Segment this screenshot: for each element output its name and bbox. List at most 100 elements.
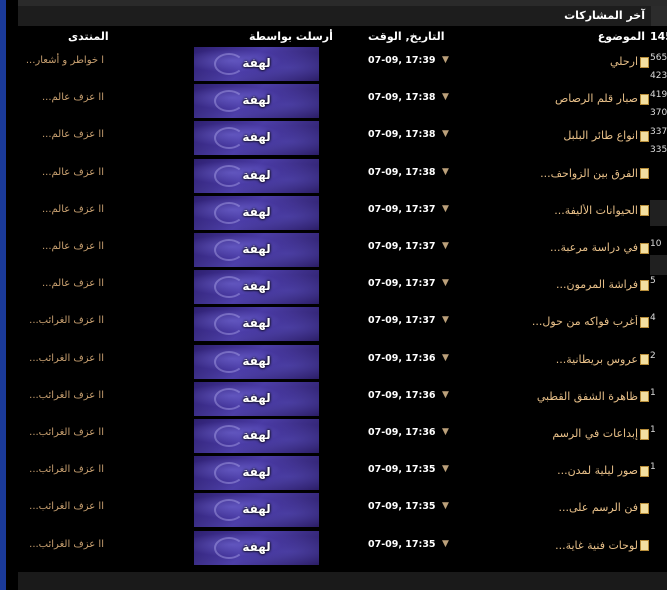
- topic-link[interactable]: عروس بريطانية...: [556, 353, 638, 366]
- reply-count: 5: [650, 276, 656, 287]
- sender-name[interactable]: لهفة: [194, 502, 319, 516]
- topic-link[interactable]: الحيوانات الأليفة...: [554, 204, 638, 217]
- forum-link[interactable]: اا عزف عالم...: [42, 129, 104, 140]
- sender-name[interactable]: لهفة: [194, 130, 319, 144]
- sender-avatar-banner[interactable]: لهفة: [194, 381, 319, 416]
- go-to-last-post-icon[interactable]: ▼: [442, 278, 449, 288]
- sender-avatar-banner[interactable]: لهفة: [194, 307, 319, 342]
- post-datetime: 07-09, 17:39: [368, 55, 436, 66]
- reply-count: 1: [650, 462, 656, 473]
- sender-name[interactable]: لهفة: [194, 56, 319, 70]
- go-to-last-post-icon[interactable]: ▼: [442, 501, 449, 511]
- topic-title[interactable]: إبداعات في الرسم: [552, 427, 649, 440]
- go-to-last-post-icon[interactable]: ▼: [442, 464, 449, 474]
- topic-link[interactable]: صور ليلية لمدن...: [557, 464, 638, 477]
- topic-link[interactable]: ارحلي: [610, 55, 638, 68]
- sender-name[interactable]: لهفة: [194, 465, 319, 479]
- forum-link[interactable]: اا عزف الغرائب...: [29, 390, 104, 401]
- reply-count: 1: [650, 387, 656, 398]
- go-to-last-post-icon[interactable]: ▼: [442, 390, 449, 400]
- forum-link[interactable]: اا عزف عالم...: [42, 167, 104, 178]
- topic-title[interactable]: عروس بريطانية...: [556, 353, 649, 366]
- forum-link[interactable]: اا عزف الغرائب...: [29, 464, 104, 475]
- topic-link[interactable]: فراشة المرمون...: [556, 278, 638, 291]
- topic-file-icon: [640, 502, 649, 514]
- sender-avatar-banner[interactable]: لهفة: [194, 195, 319, 230]
- forum-link[interactable]: اا عزف عالم...: [42, 278, 104, 289]
- go-to-last-post-icon[interactable]: ▼: [442, 129, 449, 139]
- sender-name[interactable]: لهفة: [194, 242, 319, 256]
- topic-title[interactable]: انواع طائر البلبل: [563, 129, 649, 142]
- forum-link[interactable]: اا عزف الغرائب...: [29, 353, 104, 364]
- sender-name[interactable]: لهفة: [194, 428, 319, 442]
- sender-avatar-banner[interactable]: لهفة: [194, 493, 319, 528]
- sender-avatar-banner[interactable]: لهفة: [194, 47, 319, 81]
- topic-link[interactable]: الفرق بين الزواحف...: [540, 167, 638, 180]
- reply-count: 1: [650, 425, 656, 435]
- sender-avatar-banner[interactable]: لهفة: [194, 419, 319, 453]
- sender-avatar-banner[interactable]: لهفة: [194, 270, 319, 305]
- sender-name[interactable]: لهفة: [194, 316, 319, 330]
- go-to-last-post-icon[interactable]: ▼: [442, 427, 449, 437]
- topic-title[interactable]: فن الرسم على...: [558, 501, 649, 514]
- table-row: 419 370 صبار قلم الرصاص ▼ 07-09, 17:38 لهفة اا…: [0, 84, 667, 121]
- sender-name[interactable]: لهفة: [194, 205, 319, 219]
- sender-avatar-banner[interactable]: لهفة: [194, 530, 319, 565]
- go-to-last-post-icon[interactable]: ▼: [442, 315, 449, 325]
- table-row: 337 335 انواع طائر البلبل ▼ 07-09, 17:38 لهفة…: [0, 121, 667, 158]
- post-datetime: 07-09, 17:36: [368, 389, 436, 401]
- go-to-last-post-icon[interactable]: ▼: [442, 353, 449, 363]
- forum-link[interactable]: اا عزف عالم...: [42, 204, 104, 215]
- topic-link[interactable]: فن الرسم على...: [558, 501, 638, 514]
- forum-link[interactable]: اا عزف الغرائب...: [29, 501, 104, 512]
- forum-link[interactable]: اا عزف عالم...: [42, 92, 104, 103]
- topic-file-icon: [640, 316, 649, 328]
- topic-link[interactable]: ظاهرة الشفق القطبي: [537, 390, 638, 403]
- topic-link[interactable]: لوحات فنية غاية...: [555, 539, 638, 552]
- topic-title[interactable]: أغرب فواكه من حول...: [532, 315, 649, 328]
- topic-link[interactable]: صبار قلم الرصاص: [555, 92, 638, 105]
- topic-title[interactable]: في دراسة مرعبة...: [550, 241, 649, 254]
- go-to-last-post-icon[interactable]: ▼: [442, 92, 449, 102]
- topic-title[interactable]: صور ليلية لمدن...: [557, 464, 649, 477]
- topic-link[interactable]: أغرب فواكه من حول...: [532, 315, 638, 328]
- sender-name[interactable]: لهفة: [194, 93, 319, 107]
- go-to-last-post-icon[interactable]: ▼: [442, 167, 449, 177]
- table-row: 1 ظاهرة الشفق القطبي ▼ 07-09, 17:36 لهفة اا ع…: [0, 381, 667, 419]
- topic-title[interactable]: ارحلي: [610, 55, 649, 68]
- sender-avatar-banner[interactable]: لهفة: [194, 121, 319, 156]
- topic-link[interactable]: إبداعات في الرسم: [552, 427, 638, 440]
- forum-link[interactable]: اا عزف الغرائب...: [29, 427, 104, 438]
- topic-title[interactable]: الحيوانات الأليفة...: [554, 204, 649, 217]
- sender-name[interactable]: لهفة: [194, 279, 319, 293]
- sender-avatar-banner[interactable]: لهفة: [194, 233, 319, 267]
- sender-avatar-banner[interactable]: لهفة: [194, 456, 319, 491]
- go-to-last-post-icon[interactable]: ▼: [442, 204, 449, 214]
- topic-link[interactable]: انواع طائر البلبل: [563, 129, 638, 142]
- table-row: 565 423 ارحلي ▼ 07-09, 17:39 لهفة ا خواطر و أش…: [0, 47, 667, 84]
- sender-name[interactable]: لهفة: [194, 354, 319, 368]
- sender-avatar-banner[interactable]: لهفة: [194, 158, 319, 193]
- topic-title[interactable]: الفرق بين الزواحف...: [540, 167, 649, 180]
- forum-link[interactable]: اا عزف عالم...: [42, 241, 104, 252]
- sender-name[interactable]: لهفة: [194, 168, 319, 182]
- go-to-last-post-icon[interactable]: ▼: [442, 241, 449, 251]
- topic-link[interactable]: في دراسة مرعبة...: [550, 241, 638, 254]
- forum-link[interactable]: اا عزف الغرائب...: [29, 539, 104, 550]
- topic-title[interactable]: صبار قلم الرصاص: [555, 92, 649, 105]
- sender-avatar-banner[interactable]: لهفة: [194, 84, 319, 119]
- topic-file-icon: [640, 354, 649, 366]
- forum-link[interactable]: ا خواطر و أشعار...: [26, 55, 104, 66]
- forum-link[interactable]: اا عزف الغرائب...: [29, 315, 104, 326]
- sender-name[interactable]: لهفة: [194, 540, 319, 554]
- topic-file-icon: [640, 279, 649, 291]
- post-datetime: 07-09, 17:36: [368, 352, 436, 364]
- view-count: 423: [650, 71, 667, 81]
- sender-avatar-banner[interactable]: لهفة: [194, 344, 319, 379]
- go-to-last-post-icon[interactable]: ▼: [442, 55, 449, 65]
- topic-title[interactable]: فراشة المرمون...: [556, 278, 649, 291]
- go-to-last-post-icon[interactable]: ▼: [442, 539, 449, 549]
- topic-title[interactable]: لوحات فنية غاية...: [555, 539, 649, 552]
- sender-name[interactable]: لهفة: [194, 391, 319, 405]
- topic-title[interactable]: ظاهرة الشفق القطبي: [537, 390, 649, 403]
